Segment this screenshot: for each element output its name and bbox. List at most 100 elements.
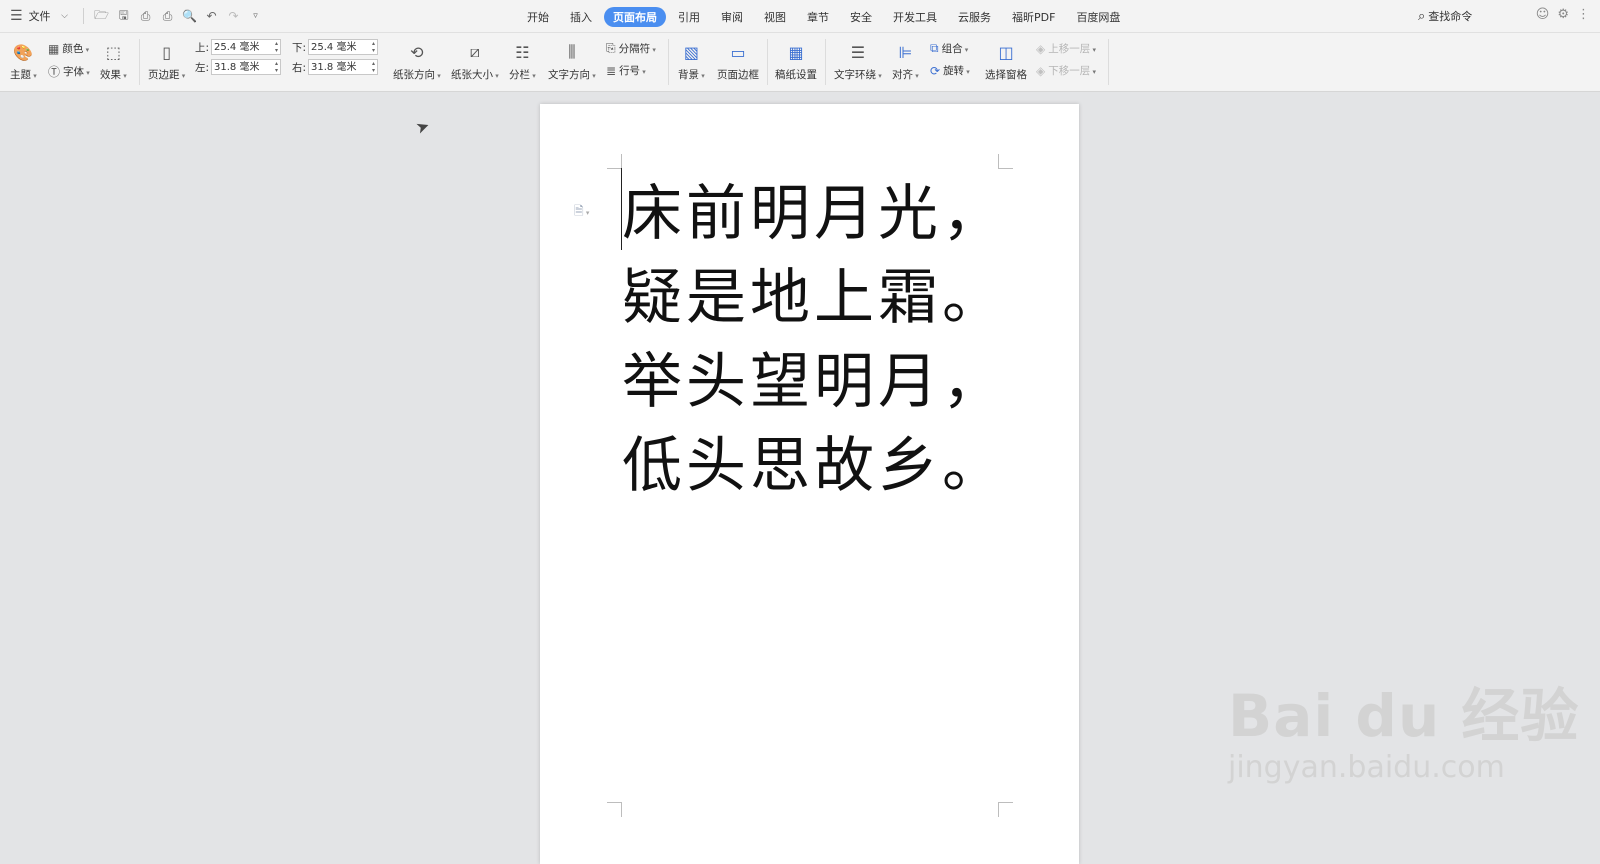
divider <box>1108 39 1109 85</box>
divider <box>139 39 140 85</box>
feedback-icon[interactable]: ☺ <box>1536 7 1550 22</box>
chevron-down-icon[interactable]: ⌵ <box>57 11 73 21</box>
spinner-icon[interactable]: ▴ ▾ <box>275 40 278 54</box>
watermark: Bai du 经验 jingyan.baidu.com <box>1228 684 1579 786</box>
font-icon: Ⓣ <box>48 65 61 79</box>
background-button[interactable]: ▧ 背景 <box>678 41 705 82</box>
spinner-icon[interactable]: ▴ ▾ <box>275 60 278 74</box>
tab-baidu-netdisk[interactable]: 百度网盘 <box>1067 7 1129 27</box>
tab-foxit-pdf[interactable]: 福昕PDF <box>1003 7 1064 27</box>
document-body[interactable]: 床前明月光， 疑是地上霜。 举头望明月， 低头思故乡。 <box>622 172 1006 508</box>
align-icon: ⊫ <box>898 42 913 62</box>
paper-size-button[interactable]: ⧄ 纸张大小 <box>451 41 499 82</box>
export-pdf-icon[interactable]: ⎙ <box>138 9 154 24</box>
customize-toolbar-icon[interactable]: ▿ <box>248 11 264 21</box>
quick-access-toolbar: ☰ 文件 ⌵ 🗁 🖫 ⎙ ⎙ 🔍 ↶ ↷ ▿ <box>10 6 264 26</box>
tab-review[interactable]: 审阅 <box>712 7 752 27</box>
page-margins-icon: ▯ <box>162 42 172 62</box>
page-border-icon: ▭ <box>730 42 746 62</box>
background-icon: ▧ <box>683 42 699 62</box>
search-label: 查找命令 <box>1428 10 1473 23</box>
text-line[interactable]: 床前明月光， <box>622 172 1006 256</box>
more-icon[interactable]: ⋮ <box>1577 7 1590 22</box>
tab-security[interactable]: 安全 <box>841 7 881 27</box>
group-icon: ⧉ <box>930 41 939 55</box>
gear-icon[interactable]: ⚙ <box>1557 7 1569 22</box>
send-backward-icon: ◈ <box>1036 63 1046 78</box>
color-grid-icon: ▦ <box>48 41 60 56</box>
divider <box>82 8 84 24</box>
redo-icon[interactable]: ↷ <box>226 9 242 23</box>
margin-left-label: 左: <box>195 62 210 74</box>
text-direction-icon: ⫼ <box>568 42 576 61</box>
open-folder-icon[interactable]: 🗁 <box>94 6 110 27</box>
breaks-button[interactable]: ⎘ 分隔符 <box>606 41 656 56</box>
manuscript-settings-button[interactable]: ▦ 稿纸设置 <box>775 41 817 82</box>
margins-button[interactable]: ▯ 页边距 <box>148 41 185 82</box>
tab-references[interactable]: 引用 <box>669 7 709 27</box>
text-direction-button[interactable]: ⫼ 文字方向 <box>548 41 596 82</box>
margin-bottom-label: 下: <box>292 42 307 54</box>
paragraph-layout-icon[interactable]: 🗎 <box>574 202 589 223</box>
search-command[interactable]: ⌕ 查找命令 <box>1418 8 1472 24</box>
tab-cloud[interactable]: 云服务 <box>949 7 1000 27</box>
theme-button[interactable]: 🎨 主题 <box>10 41 37 82</box>
tab-page-layout[interactable]: 页面布局 <box>604 7 666 27</box>
rotate-button[interactable]: ⟳ 旋转 <box>930 63 970 78</box>
menu-icon[interactable]: ☰ <box>10 8 23 24</box>
paper-size-icon: ⧄ <box>469 42 480 61</box>
page-border-button[interactable]: ▭ 页面边框 <box>717 41 759 82</box>
save-icon[interactable]: 🖫 <box>116 6 132 27</box>
font-button[interactable]: Ⓣ 字体 <box>48 63 90 80</box>
manuscript-grid-icon: ▦ <box>788 42 804 62</box>
group-button[interactable]: ⧉ 组合 <box>930 41 968 56</box>
divider <box>767 39 768 85</box>
align-button[interactable]: ⊫ 对齐 <box>892 41 919 82</box>
tab-home[interactable]: 开始 <box>518 7 558 27</box>
print-preview-icon[interactable]: 🔍 <box>182 9 198 23</box>
tab-view[interactable]: 视图 <box>755 7 795 27</box>
text-line[interactable]: 疑是地上霜。 <box>622 256 1006 340</box>
bring-forward-button[interactable]: ◈ 上移一层 <box>1036 41 1096 56</box>
margin-bottom-input[interactable]: 25.4 毫米 ▴ ▾ <box>308 39 378 55</box>
text-line[interactable]: 举头望明月， <box>622 340 1006 424</box>
margin-corner-mark <box>998 802 1013 817</box>
color-button[interactable]: ▦ 颜色 <box>48 41 89 56</box>
tab-chapter[interactable]: 章节 <box>798 7 838 27</box>
selection-pane-icon: ◫ <box>998 42 1014 62</box>
text-wrap-button[interactable]: ☰ 文字环绕 <box>834 41 882 82</box>
line-numbers-icon: ≣ <box>606 63 617 78</box>
send-backward-button[interactable]: ◈ 下移一层 <box>1036 63 1096 78</box>
line-numbers-button[interactable]: ≣ 行号 <box>606 63 646 78</box>
margin-top-label: 上: <box>195 42 210 54</box>
document-page[interactable]: 🗎 床前明月光， 疑是地上霜。 举头望明月， 低头思故乡。 <box>540 104 1079 864</box>
margin-right-input[interactable]: 31.8 毫米 ▴ ▾ <box>308 59 378 75</box>
undo-icon[interactable]: ↶ <box>204 9 220 23</box>
bring-forward-icon: ◈ <box>1036 41 1046 56</box>
watermark-brand: Bai du 经验 <box>1228 682 1580 750</box>
print-icon[interactable]: ⎙ <box>160 9 176 24</box>
margin-top-input[interactable]: 25.4 毫米 ▴ ▾ <box>211 39 281 55</box>
margin-left-input[interactable]: 31.8 毫米 ▴ ▾ <box>211 59 281 75</box>
ribbon-page-layout: 🎨 主题 ▦ 颜色 Ⓣ 字体 ⬚ 效果 ▯ 页边距 上: 25.4 毫米▴▾ 左… <box>0 33 1600 92</box>
tab-insert[interactable]: 插入 <box>561 7 601 27</box>
margin-corner-mark <box>607 802 622 817</box>
margin-corner-mark <box>607 154 622 169</box>
margin-corner-mark <box>998 154 1013 169</box>
menu-bar: ☰ 文件 ⌵ 🗁 🖫 ⎙ ⎙ 🔍 ↶ ↷ ▿ 开始 插入 页面布局 引用 审阅 … <box>0 0 1600 33</box>
columns-button[interactable]: ☷ 分栏 <box>509 41 536 82</box>
effect-button[interactable]: ⬚ 效果 <box>100 41 127 82</box>
spinner-icon[interactable]: ▴ ▾ <box>372 40 375 54</box>
rotate-icon: ⟳ <box>930 63 941 78</box>
orientation-button[interactable]: ⟲ 纸张方向 <box>393 41 441 82</box>
effect-icon: ⬚ <box>105 42 121 62</box>
margin-right-label: 右: <box>292 62 307 74</box>
file-menu[interactable]: 文件 <box>29 8 51 24</box>
divider <box>825 39 826 85</box>
spinner-icon[interactable]: ▴ ▾ <box>372 60 375 74</box>
tab-developer[interactable]: 开发工具 <box>884 7 946 27</box>
selection-pane-button[interactable]: ◫ 选择窗格 <box>985 41 1027 82</box>
divider <box>668 39 669 85</box>
columns-icon: ☷ <box>515 42 530 62</box>
text-line[interactable]: 低头思故乡。 <box>622 424 1006 508</box>
